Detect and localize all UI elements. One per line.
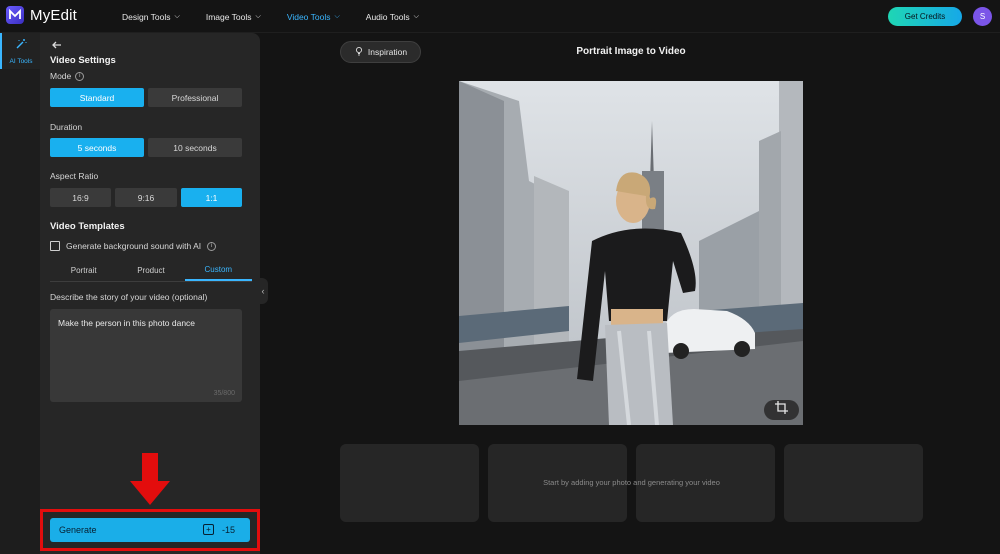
duration-label: Duration [50,122,83,132]
main-nav: Design Tools ⌵ Image Tools ⌵ Video Tools ⌵ … [122,0,445,33]
video-settings-title: Video Settings [50,55,116,66]
bg-sound-option[interactable]: Generate background sound with AI i [50,241,217,251]
char-counter: 35/800 [213,390,235,397]
lightbulb-icon [354,46,364,58]
page-title: Portrait Image to Video [576,46,686,57]
duration-10s-button[interactable]: 10 seconds [148,138,242,157]
collapse-panel-handle[interactable]: ‹ [258,278,268,304]
chevron-down-icon: ⌵ [334,12,340,20]
inspiration-button[interactable]: Inspiration [340,41,421,63]
tool-rail: AI Tools [0,33,40,554]
rail-item-label: AI Tools [9,58,33,65]
aspect-ratio-label: Aspect Ratio [50,171,99,181]
mode-label-text: Mode [50,71,72,81]
duration-5s-button[interactable]: 5 seconds [50,138,144,157]
nav-audio-tools[interactable]: Audio Tools ⌵ [366,0,419,33]
avatar[interactable]: S [973,7,992,26]
nav-design-tools[interactable]: Design Tools ⌵ [122,0,180,33]
mode-professional-button[interactable]: Professional [148,88,242,107]
prompt-textarea[interactable]: Make the person in this photo dance 35/8… [50,309,242,402]
tab-portrait[interactable]: Portrait [50,260,117,281]
magic-wand-icon [15,37,27,55]
app-name: MyEdit [30,6,78,24]
arrow-down-icon [130,453,170,510]
prompt-label: Describe the story of your video (option… [50,292,208,302]
chevron-down-icon: ⌵ [255,12,261,20]
back-arrow-icon[interactable] [51,38,63,50]
top-bar: MyEdit Design Tools ⌵ Image Tools ⌵ Video … [0,0,1000,33]
nav-label: Image Tools [205,11,252,22]
bg-sound-checkbox[interactable] [50,241,60,251]
nav-label: Audio Tools [365,11,410,22]
bg-sound-label: Generate background sound with AI [66,241,202,251]
empty-results-message: Start by adding your photo and generatin… [543,478,720,487]
info-icon[interactable]: i [207,241,217,251]
highlight-frame [40,509,260,551]
nav-video-tools[interactable]: Video Tools ⌵ [287,0,340,33]
crop-button[interactable] [764,400,799,420]
chevron-down-icon: ⌵ [413,12,419,20]
nav-label: Design Tools [122,11,171,22]
prompt-value: Make the person in this photo dance [58,318,196,328]
mode-standard-button[interactable]: Standard [50,88,144,107]
chevron-left-icon: ‹ [261,286,265,296]
inspiration-label: Inspiration [367,47,408,57]
chevron-down-icon: ⌵ [174,12,180,20]
tab-custom[interactable]: Custom [184,260,252,281]
nav-label: Video Tools [286,11,331,22]
uploaded-photo [459,81,803,425]
myedit-logo-icon [6,6,24,24]
mode-label: Mode i [50,71,85,81]
app-logo[interactable]: MyEdit [6,6,77,24]
aspect-1-1-button[interactable]: 1:1 [181,188,242,207]
rail-item-ai-tools[interactable]: AI Tools [0,33,40,69]
info-icon[interactable]: i [75,71,85,81]
video-templates-title: Video Templates [50,221,125,232]
get-credits-button[interactable]: Get Credits [888,7,962,26]
crop-icon [775,401,788,419]
nav-image-tools[interactable]: Image Tools ⌵ [206,0,261,33]
tab-product[interactable]: Product [117,260,184,281]
aspect-16-9-button[interactable]: 16:9 [50,188,111,207]
aspect-9-16-button[interactable]: 9:16 [115,188,177,207]
template-tabs: Portrait Product Custom [50,260,252,282]
